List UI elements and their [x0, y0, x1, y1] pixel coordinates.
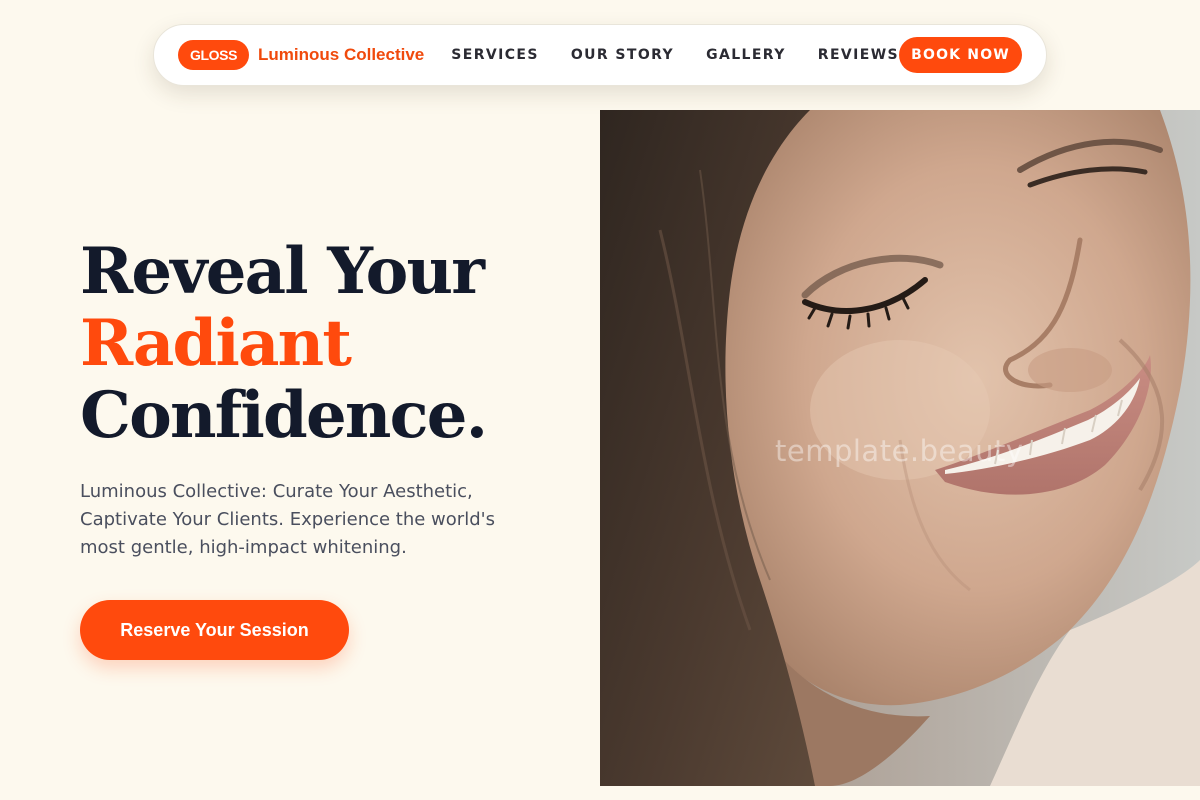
nav-link-services[interactable]: SERVICES [451, 47, 539, 63]
hero-title: Reveal Your Radiant Confidence. [80, 234, 488, 453]
landing-page: GLOSS Luminous Collective SERVICES OUR S… [0, 0, 1200, 800]
brand[interactable]: GLOSS Luminous Collective [178, 40, 424, 70]
hero-description: Luminous Collective: Curate Your Aesthet… [80, 481, 495, 558]
hero-title-line-3: Confidence. [80, 378, 488, 453]
brand-name[interactable]: Luminous Collective [258, 45, 424, 65]
nav-link-our-story[interactable]: OUR STORY [571, 47, 674, 63]
nav-links: SERVICES OUR STORY GALLERY REVIEWS [451, 47, 899, 63]
hero-title-line-1: Reveal Your [80, 234, 485, 309]
top-navigation: GLOSS Luminous Collective SERVICES OUR S… [153, 24, 1047, 86]
hero-title-line-2: Radiant [80, 306, 352, 381]
book-now-button[interactable]: BOOK NOW [899, 37, 1022, 73]
brand-logo[interactable]: GLOSS [178, 40, 250, 70]
nav-link-reviews[interactable]: REVIEWS [818, 47, 899, 63]
hero-portrait-illustration [600, 110, 1200, 786]
nav-link-gallery[interactable]: GALLERY [706, 47, 786, 63]
reserve-session-button[interactable]: Reserve Your Session [80, 600, 349, 660]
hero-image: template.beauty [600, 110, 1200, 786]
